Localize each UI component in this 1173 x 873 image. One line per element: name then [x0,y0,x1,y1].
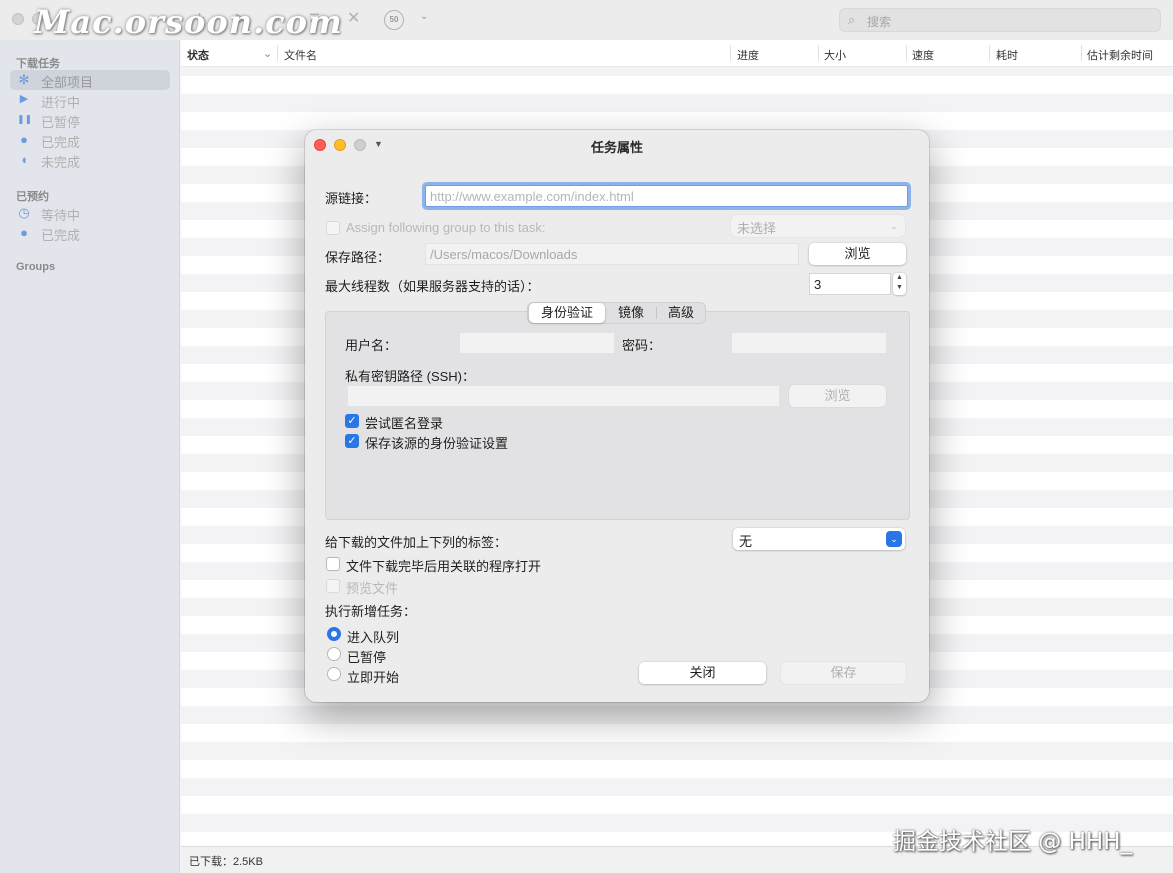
sidebar-item-label: 已完成 [41,135,81,150]
save-path-field: /Users/macos/Downloads [425,243,799,265]
search-input[interactable]: ⌕ 搜索 [839,8,1161,32]
dot-icon: ● [20,132,28,147]
column-speed[interactable]: 速度 [912,47,934,63]
tab-bar: 身份验证 镜像 高级 [527,302,706,324]
column-size[interactable]: 大小 [824,47,846,63]
tab-mirrors[interactable]: 镜像 [607,303,655,323]
half-moon-icon: ◖ [20,152,28,167]
chevron-down-icon: ⌄ [890,221,898,231]
max-threads-label: 最大线程数（如果服务器支持的话）： [325,279,540,294]
toolbar: + ▶ ⏸ ≡ ✕ 50 ⌄ Mac.orsoon.com ⌕ 搜索 [0,0,1173,41]
sidebar: 下载任务 ✻ 全部项目 ▶ 进行中 ❚❚ 已暂停 ● 已完成 ◖ 未完成 已预约… [0,40,180,873]
tag-select-value: 无 [739,534,753,549]
window-close-button[interactable] [12,13,24,25]
save-path-label: 保存路径： [325,250,391,265]
dialog-title: 任务属性 [590,140,643,155]
group-select-value: 未选择 [737,221,777,236]
sidebar-item-label: 未完成 [41,155,81,170]
radio-paused[interactable] [327,647,341,661]
username-label: 用户名： [345,338,398,353]
save-auth-checkbox[interactable]: ✓ [345,434,359,448]
column-elapsed[interactable]: 耗时 [996,47,1018,63]
sidebar-item-active[interactable]: ▶ 进行中 [10,90,170,110]
chevron-down-icon: ⌄ [886,531,902,547]
tag-label: 给下载的文件加上下列的标签： [325,535,508,550]
close-icon[interactable]: ✕ [347,8,360,30]
downloaded-total: 已下载：2.5KB [189,856,263,868]
sidebar-item-label: 等待中 [41,208,81,223]
assign-group-checkbox[interactable] [326,221,340,235]
pause-icon: ❚❚ [17,114,33,124]
save-auth-label: 保存该源的身份验证设置 [365,436,509,451]
sidebar-item-label: 已完成 [41,228,81,243]
ssh-browse-button[interactable]: 浏览 [789,385,886,407]
open-after-checkbox[interactable] [326,557,340,571]
anonymous-login-checkbox[interactable]: ✓ [345,414,359,428]
sidebar-item-completed[interactable]: ● 已完成 [10,130,170,150]
radio-enqueue[interactable] [327,627,341,641]
sidebar-section-downloads: 下载任务 [16,58,60,70]
max-threads-stepper[interactable]: ▲ ▼ [893,273,906,295]
auth-tab-panel: 用户名： 密码： 私有密钥路径 (SSH)： 浏览 ✓ 尝试匿名登录 ✓ 保存该… [325,311,910,520]
column-header: 状态 ⌄ 文件名 进度 大小 速度 耗时 估计剩余时间 [181,40,1173,67]
sidebar-item-all[interactable]: ✻ 全部项目 [10,70,170,90]
password-input[interactable] [731,332,887,354]
dot-icon: ● [20,225,28,240]
speed-limit-button[interactable]: 50 [384,10,404,30]
close-button[interactable]: 关闭 [639,662,766,684]
column-progress[interactable]: 进度 [737,47,759,63]
exec-label: 执行新增任务： [325,604,417,619]
radio-start-now[interactable] [327,667,341,681]
source-url-input[interactable]: http://www.example.com/index.html [425,185,908,207]
open-after-label: 文件下载完毕后用关联的程序打开 [346,559,542,574]
tag-select[interactable]: 无 ⌄ [733,528,905,550]
ssh-key-input[interactable] [347,385,780,407]
watermark-logo: Mac.orsoon.com [34,3,343,41]
tab-authentication[interactable]: 身份验证 [529,303,605,323]
clock-icon: ◷ [18,205,30,220]
radio-enqueue-label: 进入队列 [347,630,400,645]
site-watermark: 掘金技术社区 @ HHH_ [893,829,1133,855]
stepper-down-icon[interactable]: ▼ [893,283,906,293]
chevron-down-icon[interactable]: ⌄ [420,11,428,22]
search-placeholder: 搜索 [867,15,892,29]
preview-checkbox[interactable] [326,579,340,593]
sidebar-item-label: 进行中 [41,95,81,110]
sidebar-item-scheduled-completed[interactable]: ● 已完成 [10,223,170,243]
username-input[interactable] [459,332,615,354]
browse-button[interactable]: 浏览 [809,243,906,265]
source-url-label: 源链接： [325,191,378,206]
max-threads-input[interactable]: 3 [809,273,891,295]
save-button[interactable]: 保存 [781,662,906,684]
anonymous-login-label: 尝试匿名登录 [365,416,444,431]
column-remaining[interactable]: 估计剩余时间 [1087,47,1153,63]
sidebar-item-paused[interactable]: ❚❚ 已暂停 [10,110,170,130]
assign-group-label: Assign following group to this task: [346,220,546,235]
radio-paused-label: 已暂停 [347,650,387,665]
sidebar-item-label: 已暂停 [41,115,81,130]
tab-advanced[interactable]: 高级 [657,303,705,323]
sidebar-item-label: 全部项目 [41,75,94,90]
column-status[interactable]: 状态 [187,47,209,63]
task-properties-dialog: ▼ 任务属性 源链接： http://www.example.com/index… [305,130,929,702]
preview-label: 预览文件 [346,581,399,596]
group-select[interactable]: 未选择 ⌄ [731,215,905,237]
sidebar-item-incomplete[interactable]: ◖ 未完成 [10,150,170,170]
play-icon: ▶ [19,93,29,105]
radio-start-now-label: 立即开始 [347,670,400,685]
stepper-up-icon[interactable]: ▲ [893,273,906,283]
asterisk-icon: ✻ [18,72,30,87]
sidebar-section-scheduled: 已预约 [16,191,49,203]
search-icon: ⌕ [848,12,856,27]
sidebar-section-groups: Groups [16,261,56,273]
ssh-key-label: 私有密钥路径 (SSH)： [345,369,476,384]
column-filename[interactable]: 文件名 [284,47,317,63]
chevron-down-icon[interactable]: ⌄ [263,47,272,60]
password-label: 密码： [622,338,662,353]
sidebar-item-waiting[interactable]: ◷ 等待中 [10,203,170,223]
